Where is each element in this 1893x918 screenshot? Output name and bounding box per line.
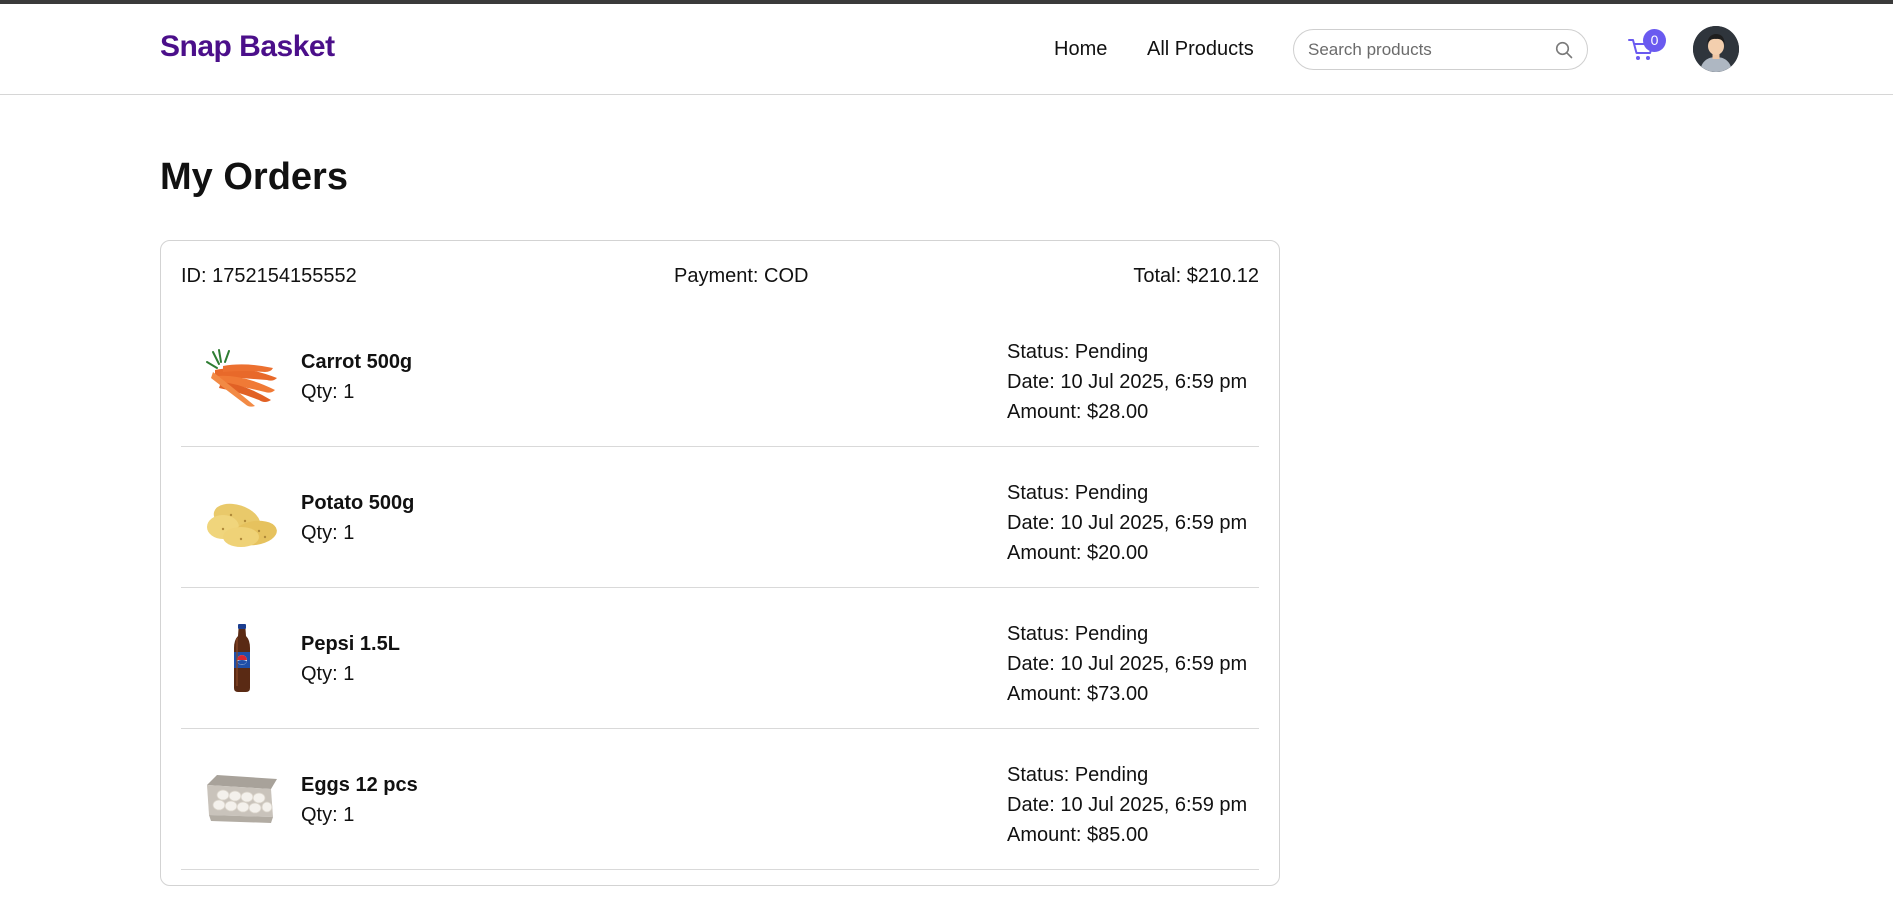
item-amount: Amount: $20.00	[1007, 542, 1149, 564]
order-items-list: Carrot 500g Qty: 1 Status: Pending Date:…	[181, 306, 1259, 870]
potato-image	[207, 503, 277, 547]
item-quantity: Qty: 1	[301, 381, 355, 403]
search-input[interactable]	[1308, 38, 1538, 62]
item-status: Status: Pending	[1007, 623, 1149, 645]
order-item: Pepsi 1.5L Qty: 1 Status: Pending Date: …	[181, 588, 1259, 729]
item-meta: Status: Pending Date: 10 Jul 2025, 6:59 …	[1007, 619, 1247, 709]
egg-carton-image	[207, 775, 277, 823]
search-box	[1293, 29, 1588, 70]
item-meta: Status: Pending Date: 10 Jul 2025, 6:59 …	[1007, 478, 1247, 568]
item-meta: Status: Pending Date: 10 Jul 2025, 6:59 …	[1007, 337, 1247, 427]
nav-home-link[interactable]: Home	[1054, 38, 1107, 61]
order-id: ID: 1752154155552	[181, 265, 357, 287]
avatar-image	[1693, 26, 1739, 72]
item-meta: Status: Pending Date: 10 Jul 2025, 6:59 …	[1007, 760, 1247, 850]
item-name: Potato 500g	[301, 492, 415, 514]
order-header: ID: 1752154155552 Payment: COD Total: $2…	[181, 265, 1259, 291]
item-amount: Amount: $73.00	[1007, 683, 1149, 705]
item-quantity: Qty: 1	[301, 804, 355, 826]
item-date: Date: 10 Jul 2025, 6:59 pm	[1007, 653, 1248, 675]
item-name: Eggs 12 pcs	[301, 774, 418, 796]
page-title: My Orders	[160, 156, 348, 198]
search-icon[interactable]	[1554, 40, 1574, 60]
item-amount: Amount: $85.00	[1007, 824, 1149, 846]
item-name: Carrot 500g	[301, 351, 413, 373]
item-name: Pepsi 1.5L	[301, 633, 400, 655]
item-quantity: Qty: 1	[301, 522, 355, 544]
navbar: Snap Basket Home All Products 0	[0, 4, 1893, 95]
order-item: Potato 500g Qty: 1 Status: Pending Date:…	[181, 447, 1259, 588]
order-item: Carrot 500g Qty: 1 Status: Pending Date:…	[181, 306, 1259, 447]
item-quantity: Qty: 1	[301, 663, 355, 685]
order-card: ID: 1752154155552 Payment: COD Total: $2…	[160, 240, 1280, 886]
item-date: Date: 10 Jul 2025, 6:59 pm	[1007, 512, 1248, 534]
pepsi-bottle-image	[234, 624, 250, 692]
item-status: Status: Pending	[1007, 341, 1149, 363]
order-total: Total: $210.12	[1133, 265, 1259, 287]
user-avatar[interactable]	[1693, 26, 1739, 72]
brand-logo[interactable]: Snap Basket	[160, 30, 335, 64]
item-date: Date: 10 Jul 2025, 6:59 pm	[1007, 794, 1248, 816]
nav-all-products-link[interactable]: All Products	[1147, 38, 1254, 61]
carrot-image	[206, 349, 277, 407]
item-amount: Amount: $28.00	[1007, 401, 1149, 423]
order-payment-method: Payment: COD	[674, 265, 809, 287]
item-status: Status: Pending	[1007, 764, 1149, 786]
item-date: Date: 10 Jul 2025, 6:59 pm	[1007, 371, 1248, 393]
item-status: Status: Pending	[1007, 482, 1149, 504]
cart-count-badge: 0	[1643, 29, 1666, 52]
order-item: Eggs 12 pcs Qty: 1 Status: Pending Date:…	[181, 729, 1259, 870]
